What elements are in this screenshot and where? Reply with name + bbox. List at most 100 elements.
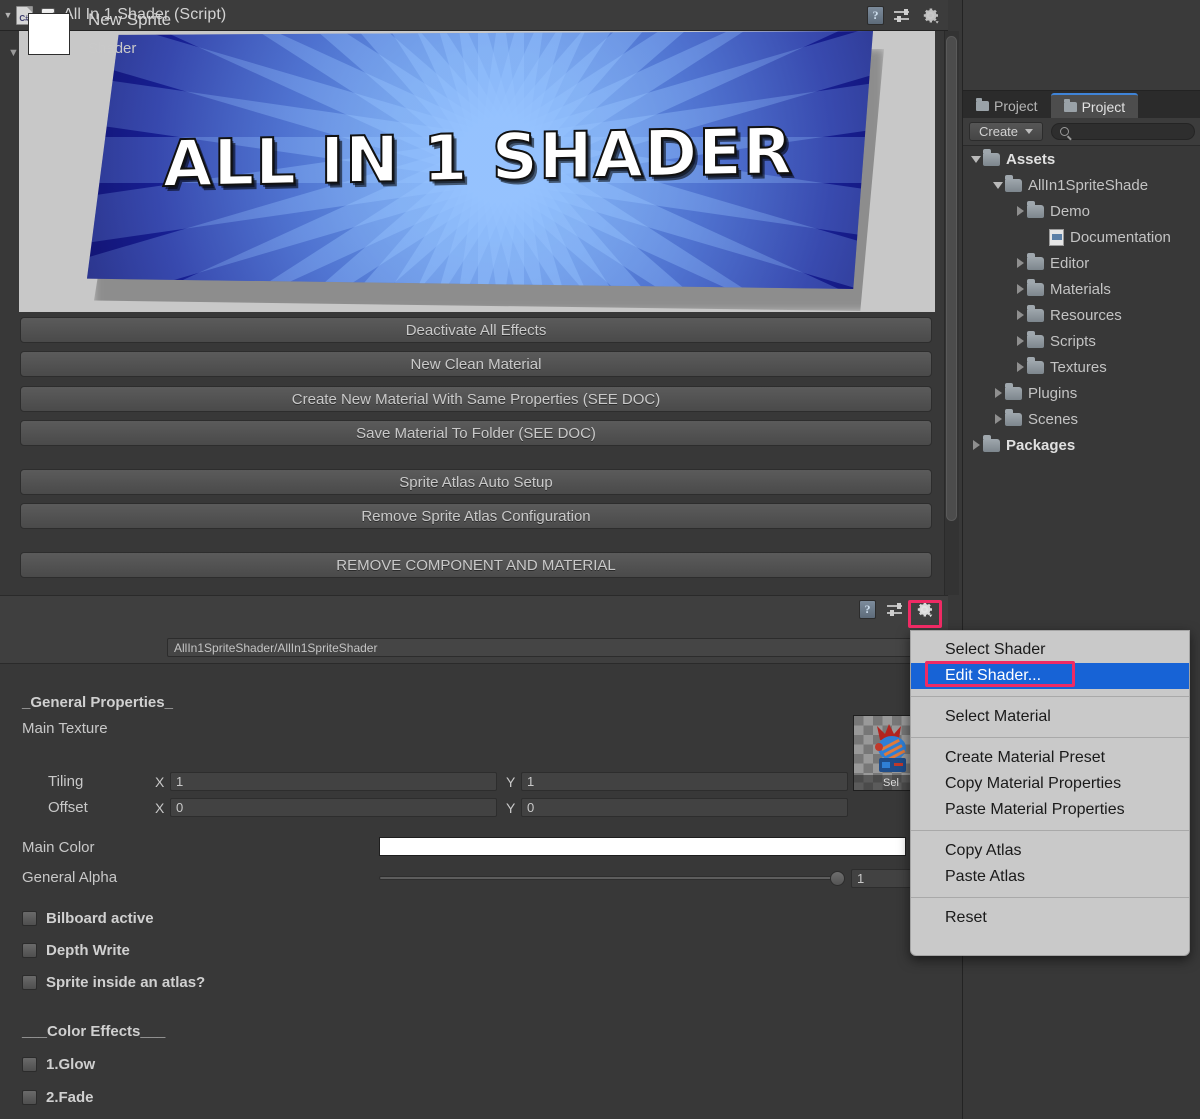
- action-button[interactable]: New Clean Material: [20, 351, 932, 377]
- shader-dropdown[interactable]: AllIn1SpriteShader/AllIn1SpriteShader: [167, 638, 937, 657]
- menu-item[interactable]: Reset: [911, 905, 1189, 931]
- tree-item[interactable]: Resources: [963, 302, 1200, 328]
- tree-item[interactable]: Editor: [963, 250, 1200, 276]
- checkbox-label: Sprite inside an atlas?: [46, 974, 206, 991]
- material-context-menu: Select Shader Edit Shader... Select Materi…: [910, 630, 1190, 956]
- main-color-swatch[interactable]: [379, 837, 906, 856]
- action-button[interactable]: Save Material To Folder (SEE DOC): [20, 420, 932, 446]
- tab-label: Project: [1081, 98, 1126, 115]
- action-button[interactable]: Create New Material With Same Properties…: [20, 386, 932, 412]
- general-alpha-slider-knob[interactable]: [830, 871, 845, 886]
- tree-item[interactable]: Demo: [963, 198, 1200, 224]
- disclosure-arrow[interactable]: [1013, 206, 1027, 216]
- checkbox-label: Bilboard active: [46, 910, 154, 927]
- material-help-icon[interactable]: ?: [859, 600, 876, 619]
- tab-project[interactable]: Project: [1050, 93, 1139, 118]
- offset-y-input[interactable]: 0: [521, 798, 848, 817]
- tiling-label: Tiling: [48, 773, 84, 790]
- menu-separator: [911, 737, 1189, 738]
- folder-icon: [1027, 252, 1044, 270]
- property-checkbox-row[interactable]: Depth Write: [22, 942, 130, 959]
- menu-item[interactable]: Edit Shader...: [911, 663, 1189, 689]
- disclosure-arrow[interactable]: [1013, 310, 1027, 320]
- checkbox[interactable]: [22, 975, 37, 990]
- effect-checkbox-row[interactable]: 2.Fade: [22, 1089, 94, 1106]
- project-toolbar: Create: [963, 118, 1200, 146]
- tree-item[interactable]: AllIn1SpriteShade: [963, 172, 1200, 198]
- material-foldout-arrow[interactable]: ▼: [8, 47, 19, 59]
- inspector-scrollbar-thumb[interactable]: [946, 36, 957, 521]
- menu-item[interactable]: Paste Material Properties: [911, 797, 1189, 823]
- menu-item[interactable]: Copy Material Properties: [911, 771, 1189, 797]
- create-button[interactable]: Create: [969, 122, 1044, 141]
- folder-icon: [983, 148, 1000, 166]
- property-checkbox-row[interactable]: Bilboard active: [22, 910, 154, 927]
- folder-icon: [1027, 278, 1044, 296]
- tiling-y-axis-label: Y: [506, 774, 516, 790]
- chevron-right-icon: [1016, 336, 1024, 346]
- banner-graphic: ALL IN 1 SHADER: [86, 31, 873, 289]
- chevron-right-icon: [994, 388, 1002, 398]
- menu-item[interactable]: Select Shader: [911, 637, 1189, 663]
- tree-item[interactable]: Packages: [963, 432, 1200, 458]
- disclosure-arrow[interactable]: [969, 440, 983, 450]
- disclosure-arrow[interactable]: [991, 388, 1005, 398]
- action-button[interactable]: REMOVE COMPONENT AND MATERIAL: [20, 552, 932, 578]
- tab-project[interactable]: Project: [963, 93, 1051, 118]
- material-preview-swatch: [28, 13, 70, 55]
- disclosure-arrow[interactable]: [1013, 362, 1027, 372]
- offset-x-input[interactable]: 0: [170, 798, 497, 817]
- chevron-right-icon: [1016, 310, 1024, 320]
- menu-item[interactable]: Select Material: [911, 704, 1189, 730]
- tab-label: Project: [994, 97, 1038, 114]
- menu-item[interactable]: Copy Atlas: [911, 838, 1189, 864]
- tiling-x-input[interactable]: 1: [170, 772, 497, 791]
- disclosure-arrow[interactable]: [1013, 258, 1027, 268]
- tree-item[interactable]: Plugins: [963, 380, 1200, 406]
- tree-item[interactable]: Documentation: [963, 224, 1200, 250]
- material-preset-icon[interactable]: [887, 601, 904, 618]
- component-foldout-arrow[interactable]: ▼: [0, 0, 16, 31]
- chevron-right-icon: [1016, 284, 1024, 294]
- tree-item-label: Assets: [1006, 150, 1056, 168]
- asset-banner: ALL IN 1 SHADER: [19, 31, 935, 312]
- action-button[interactable]: Remove Sprite Atlas Configuration: [20, 503, 932, 529]
- chevron-down-icon: [1025, 129, 1034, 134]
- tree-item[interactable]: Assets: [963, 146, 1200, 172]
- tree-item[interactable]: Materials: [963, 276, 1200, 302]
- checkbox[interactable]: [22, 1057, 37, 1072]
- disclosure-arrow[interactable]: [1013, 284, 1027, 294]
- menu-item[interactable]: Create Material Preset: [911, 745, 1189, 771]
- tree-item[interactable]: Textures: [963, 354, 1200, 380]
- action-button[interactable]: Deactivate All Effects: [20, 317, 932, 343]
- folder-icon: [1005, 174, 1022, 192]
- checkbox[interactable]: [22, 1090, 37, 1105]
- preset-icon[interactable]: [894, 7, 911, 24]
- menu-item[interactable]: Paste Atlas: [911, 864, 1189, 890]
- disclosure-arrow[interactable]: [1013, 336, 1027, 346]
- disclosure-arrow[interactable]: [991, 414, 1005, 424]
- tree-item[interactable]: Scripts: [963, 328, 1200, 354]
- project-search-input[interactable]: [1051, 123, 1195, 140]
- tree-item-label: Textures: [1050, 358, 1107, 376]
- checkbox[interactable]: [22, 911, 37, 926]
- tree-item-label: Scenes: [1028, 410, 1079, 428]
- action-button[interactable]: Sprite Atlas Auto Setup: [20, 469, 932, 495]
- gear-icon[interactable]: [921, 6, 940, 25]
- material-header-icons: ?: [859, 600, 934, 619]
- offset-y-axis-label: Y: [506, 800, 516, 816]
- tiling-y-input[interactable]: 1: [521, 772, 848, 791]
- chevron-right-icon: [1016, 206, 1024, 216]
- effect-checkbox-row[interactable]: 1.Glow: [22, 1056, 95, 1073]
- material-gear-icon[interactable]: [915, 600, 934, 619]
- property-checkbox-row[interactable]: Sprite inside an atlas?: [22, 974, 205, 991]
- general-properties-title: _General Properties_: [22, 694, 173, 711]
- tree-item[interactable]: Scenes: [963, 406, 1200, 432]
- create-button-label: Create: [979, 124, 1019, 139]
- help-icon[interactable]: ?: [867, 6, 884, 25]
- general-alpha-slider[interactable]: [379, 876, 845, 880]
- disclosure-arrow[interactable]: [969, 155, 983, 163]
- folder-icon: [1027, 304, 1044, 322]
- checkbox[interactable]: [22, 943, 37, 958]
- disclosure-arrow[interactable]: [991, 181, 1005, 189]
